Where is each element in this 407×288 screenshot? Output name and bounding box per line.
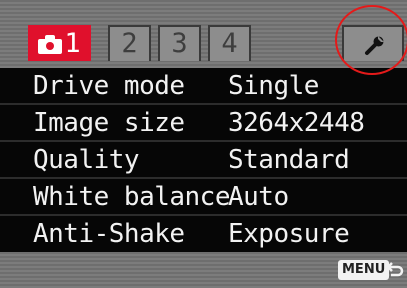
menu-row-quality[interactable]: Quality Standard [0, 142, 407, 179]
menu-button[interactable]: MENU [338, 260, 390, 280]
menu-item-value: Standard [228, 145, 350, 175]
menu-item-value: 3264x2448 [228, 108, 365, 138]
camera-icon [38, 35, 63, 54]
tab-label: 4 [221, 28, 238, 59]
tab-label: 2 [121, 28, 138, 59]
tab-bar: 1 2 3 4 [0, 0, 407, 68]
tab-label: 1 [64, 28, 81, 59]
tab-shooting-1[interactable]: 1 [28, 25, 91, 61]
tab-setup[interactable] [342, 25, 404, 61]
tab-2[interactable]: 2 [108, 25, 151, 61]
wrench-icon [365, 36, 384, 55]
menu-row-white-balance[interactable]: White balance Auto [0, 179, 407, 216]
tab-label: 3 [171, 28, 188, 59]
menu-item-value: Exposure [228, 219, 350, 249]
return-arrow-icon [387, 262, 404, 277]
menu-list: Drive mode Single Image size 3264x2448 Q… [0, 68, 407, 252]
menu-row-anti-shake[interactable]: Anti-Shake Exposure [0, 216, 407, 253]
menu-row-image-size[interactable]: Image size 3264x2448 [0, 105, 407, 142]
menu-item-label: Image size [33, 108, 185, 138]
menu-row-drive-mode[interactable]: Drive mode Single [0, 68, 407, 105]
menu-item-label: White balance [33, 182, 231, 212]
menu-item-label: Drive mode [33, 71, 185, 101]
camera-menu-screen: 1 2 3 4 Drive mode Single Image size 326… [0, 0, 407, 288]
bottom-bar: MENU [0, 252, 407, 288]
menu-item-label: Quality [33, 145, 140, 175]
menu-item-label: Anti-Shake [33, 219, 185, 249]
menu-item-value: Auto [228, 182, 289, 212]
tab-4[interactable]: 4 [208, 25, 251, 61]
tab-3[interactable]: 3 [158, 25, 201, 61]
menu-item-value: Single [228, 71, 319, 101]
